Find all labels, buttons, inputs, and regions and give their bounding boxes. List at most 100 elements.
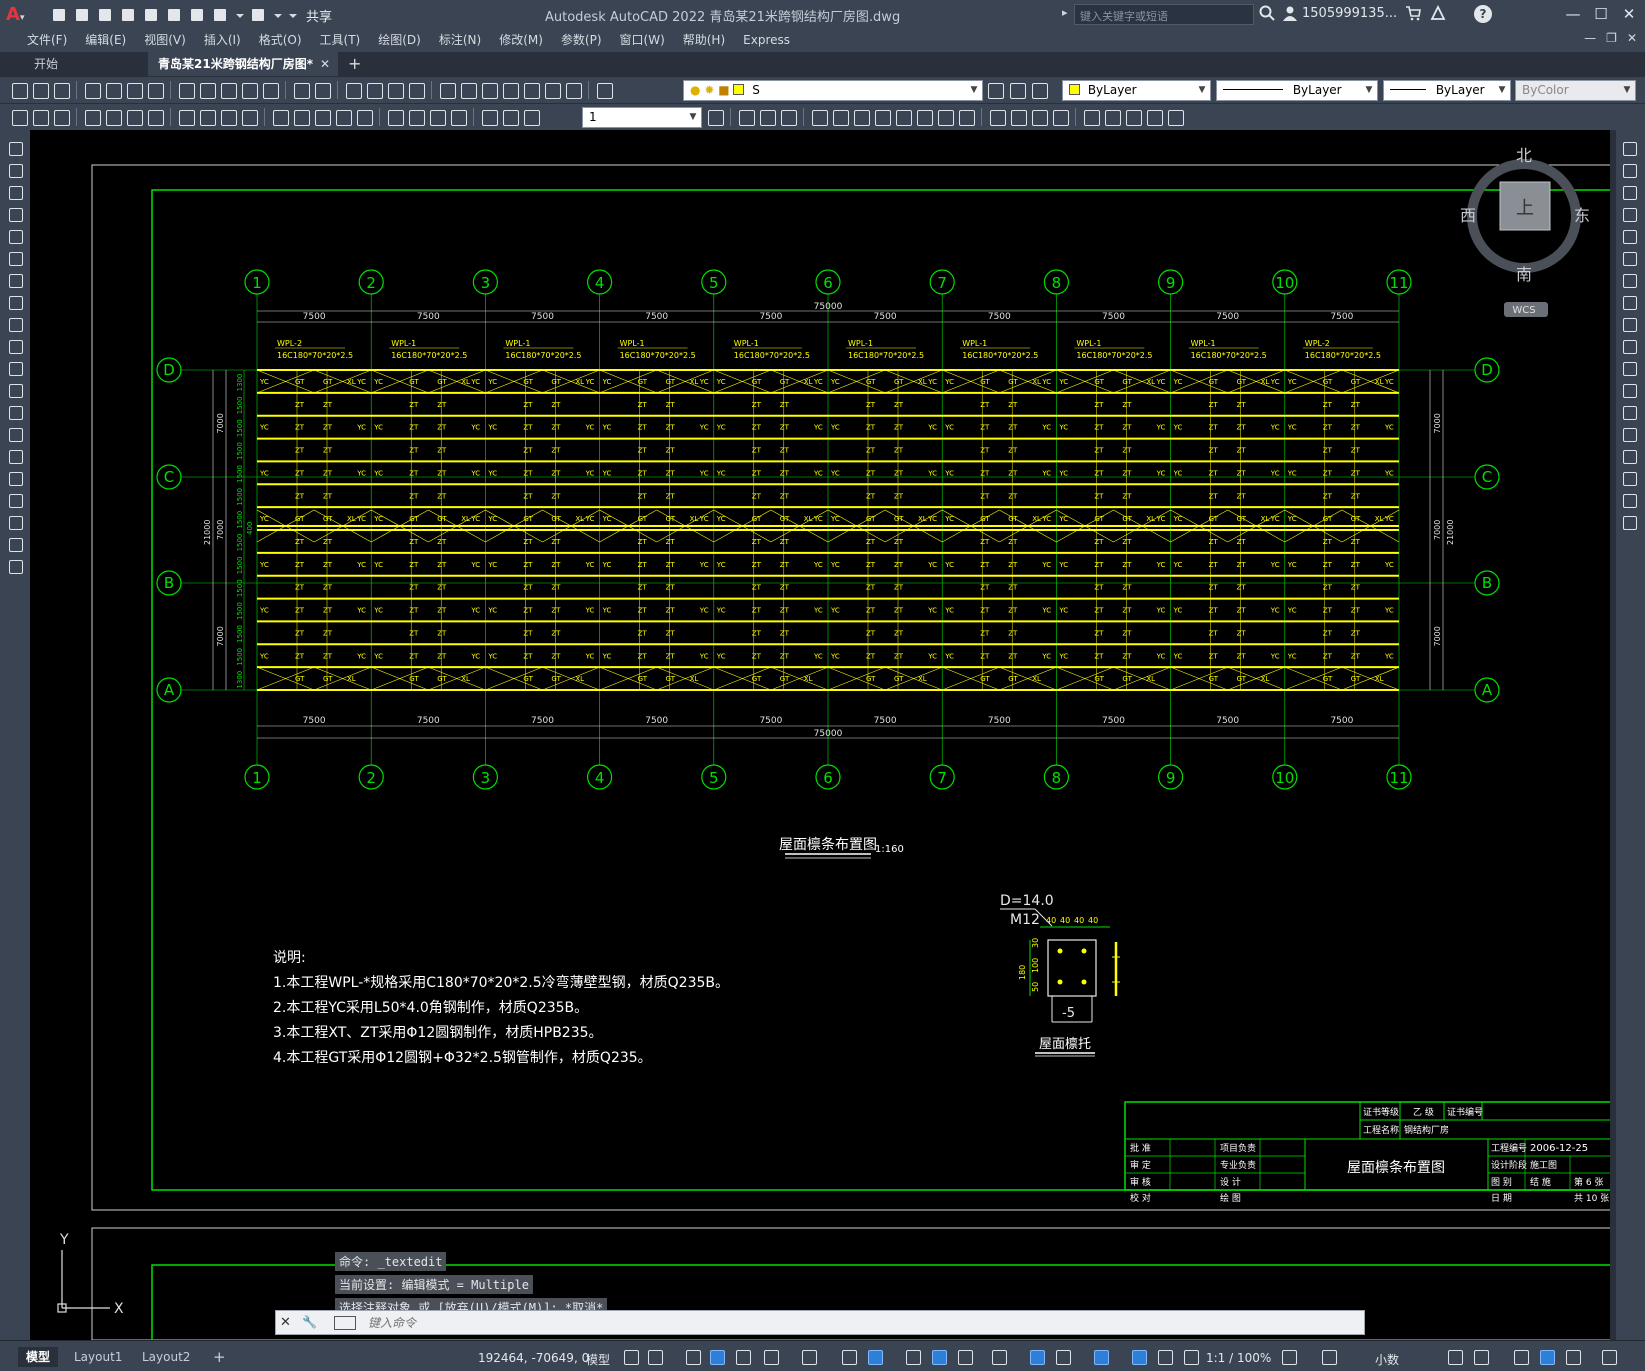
spline-icon[interactable] [7, 316, 23, 332]
save-web-icon[interactable] [165, 6, 183, 24]
isolate-objects-icon[interactable] [1512, 1348, 1530, 1366]
menu-express[interactable]: Express [734, 29, 799, 52]
baseline-dim-icon[interactable] [292, 108, 310, 126]
copy-icon[interactable] [1621, 162, 1637, 178]
block-editor-icon[interactable] [261, 81, 279, 99]
tool-palettes-icon[interactable] [480, 81, 498, 99]
plot-icon[interactable] [188, 6, 206, 24]
tab-model[interactable]: 模型 [18, 1347, 59, 1367]
circle-icon[interactable] [7, 272, 23, 288]
doc-minimize-icon[interactable]: — [1584, 31, 1596, 45]
quick-properties-icon[interactable] [1446, 1348, 1464, 1366]
menu-help[interactable]: 帮助(H) [674, 29, 734, 52]
layer-properties-icon[interactable] [595, 81, 613, 99]
menu-tools[interactable]: 工具(T) [311, 29, 370, 52]
ellipse-icon[interactable] [7, 338, 23, 354]
drawing-canvas[interactable]: 1 1 2 2 3 3 4 4 5 5 6 6 7 7 8 8 9 9 10 10 11 11 D D C C B B A A 75000 7… [30, 130, 1610, 1340]
help-icon[interactable] [564, 81, 582, 99]
move-icon[interactable] [1621, 250, 1637, 266]
match-properties-icon[interactable] [240, 81, 258, 99]
polygon-icon[interactable] [7, 206, 23, 222]
gizmo-icon[interactable] [1092, 1348, 1110, 1366]
properties-icon[interactable] [438, 81, 456, 99]
insert-block-icon[interactable] [1082, 108, 1100, 126]
hatch-icon[interactable] [7, 448, 23, 464]
object-snap-icon[interactable] [866, 1348, 884, 1366]
search-expand-icon[interactable]: ▸ [1062, 6, 1068, 19]
line-tool-icon[interactable] [7, 140, 23, 156]
isometric-icon[interactable] [800, 1348, 818, 1366]
blend-curves-icon[interactable] [1621, 492, 1637, 508]
hardware-acceleration-icon[interactable] [1538, 1348, 1556, 1366]
center-mark-icon[interactable] [407, 108, 425, 126]
diameter-dim-icon[interactable] [219, 108, 237, 126]
dimscale-dropdown[interactable]: 1 ▼ [582, 107, 702, 128]
offset-icon[interactable] [915, 108, 933, 126]
text-edit-icon[interactable] [10, 108, 28, 126]
tab-layout2[interactable]: Layout2 [134, 1347, 198, 1367]
polar-tracking-icon[interactable] [762, 1348, 780, 1366]
aligned-dim-icon[interactable] [104, 108, 122, 126]
layer-previous-icon[interactable] [1008, 81, 1026, 99]
menu-window[interactable]: 窗口(W) [611, 29, 674, 52]
plot-preview-icon[interactable] [104, 81, 122, 99]
adjust-icon[interactable] [1145, 108, 1163, 126]
autocad-logo-icon[interactable]: A▾ [6, 4, 28, 25]
dim-style-icon[interactable] [706, 108, 724, 126]
search-icon[interactable] [1258, 4, 1276, 22]
dim-update-icon[interactable] [522, 108, 540, 126]
radius-dim-icon[interactable] [177, 108, 195, 126]
plotstyle-dropdown[interactable]: ByColor ▼ [1515, 80, 1636, 101]
redo-dropdown-icon[interactable] [272, 6, 282, 24]
linetype-dropdown[interactable]: ByLayer ▼ [1216, 80, 1378, 101]
insert-block-icon[interactable] [7, 382, 23, 398]
add-selected-icon[interactable] [7, 558, 23, 574]
scale-icon[interactable] [1621, 294, 1637, 310]
units-value[interactable]: 小数 [1375, 1351, 1399, 1368]
menu-insert[interactable]: 插入(I) [195, 29, 250, 52]
move-icon[interactable] [831, 108, 849, 126]
tolerance-icon[interactable] [386, 108, 404, 126]
user-icon[interactable] [1282, 5, 1298, 21]
tab-layout1[interactable]: Layout1 [66, 1347, 130, 1367]
search-input[interactable]: 键入关键字或短语 [1074, 4, 1254, 25]
revcloud-icon[interactable] [1030, 108, 1048, 126]
lineweight-icon[interactable] [904, 1348, 922, 1366]
scale-icon[interactable] [957, 108, 975, 126]
ortho-icon[interactable] [734, 1348, 752, 1366]
menu-format[interactable]: 格式(O) [250, 29, 311, 52]
open-web-icon[interactable] [142, 6, 160, 24]
publish-icon[interactable] [125, 81, 143, 99]
grid-icon[interactable] [622, 1348, 640, 1366]
rotate-icon[interactable] [1621, 272, 1637, 288]
dim-text-edit-icon[interactable] [501, 108, 519, 126]
mirror-icon[interactable] [894, 108, 912, 126]
redo-icon[interactable] [249, 6, 267, 24]
tab-close-icon[interactable]: ✕ [320, 52, 330, 76]
3d-dwf-icon[interactable] [146, 81, 164, 99]
auto-scale-icon[interactable] [1156, 1348, 1174, 1366]
copy-icon[interactable] [198, 81, 216, 99]
menu-file[interactable]: 文件(F) [18, 29, 76, 52]
undo-icon[interactable] [292, 81, 310, 99]
dim-space-icon[interactable] [334, 108, 352, 126]
ellipse-arc-icon[interactable] [7, 360, 23, 376]
viewcube-top[interactable]: 上 [1516, 198, 1534, 219]
break-icon[interactable] [1621, 404, 1637, 420]
new-file-icon[interactable] [50, 6, 68, 24]
chamfer-icon[interactable] [1621, 448, 1637, 464]
pan-icon[interactable] [344, 81, 362, 99]
array-icon[interactable] [936, 108, 954, 126]
make-current-layer-icon[interactable] [986, 81, 1004, 99]
model-space-toggle[interactable]: 模型 [586, 1351, 610, 1368]
array-icon[interactable] [1621, 228, 1637, 244]
save-icon[interactable] [96, 6, 114, 24]
autodesk-apps-icon[interactable] [1430, 5, 1446, 21]
menu-draw[interactable]: 绘图(D) [369, 29, 430, 52]
continue-dim-icon[interactable] [313, 108, 331, 126]
markup-icon[interactable] [522, 81, 540, 99]
customize-status-icon[interactable] [1600, 1348, 1618, 1366]
selection-cycling-icon[interactable] [956, 1348, 974, 1366]
minimize-icon[interactable]: — [1560, 3, 1586, 25]
menu-parametric[interactable]: 参数(P) [552, 29, 611, 52]
